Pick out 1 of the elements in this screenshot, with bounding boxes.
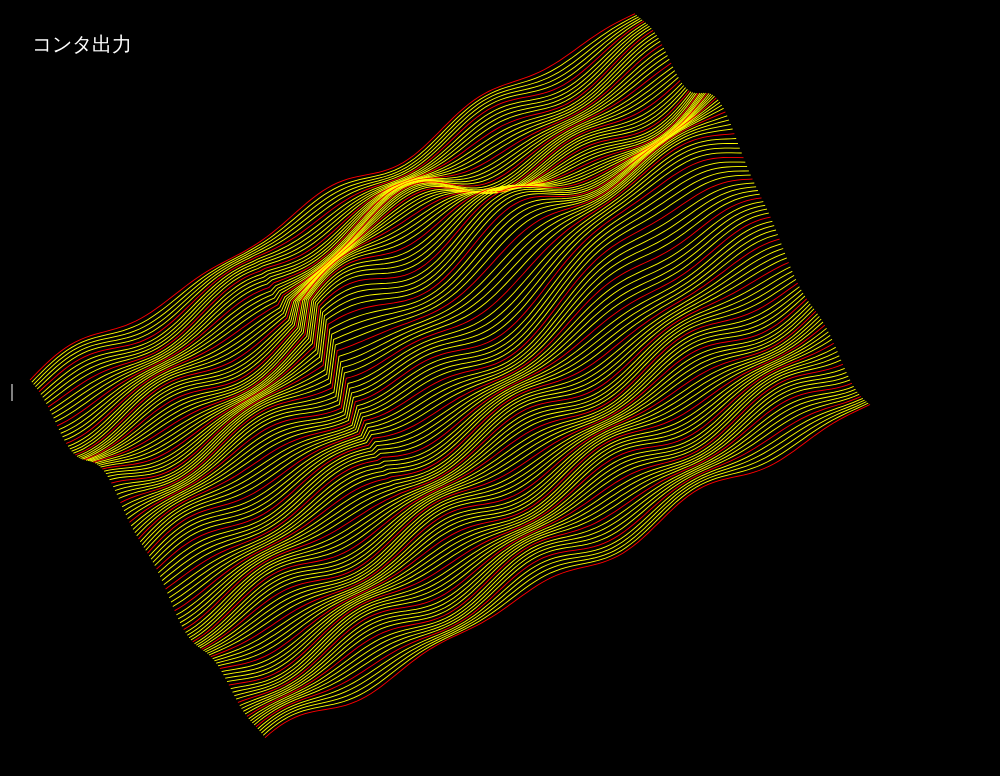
drawing-title: コンタ出力 (32, 32, 132, 56)
